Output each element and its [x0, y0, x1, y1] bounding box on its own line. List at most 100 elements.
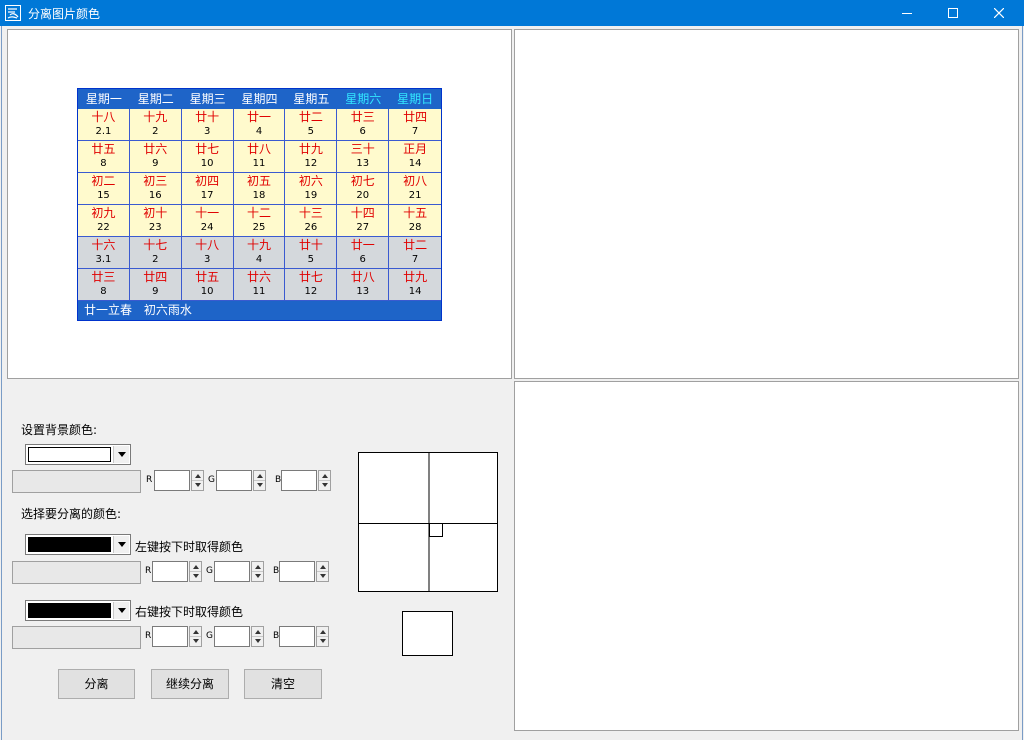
calendar-day-cell: 初九 22 [78, 205, 130, 237]
lunar-date: 初二 [91, 174, 116, 188]
lunar-date: 十三 [298, 206, 323, 220]
calendar-day-cell: 廿九 12 [285, 141, 338, 173]
solar-date: 9 [152, 158, 159, 169]
right-color-combo[interactable] [25, 600, 131, 621]
bg-g-spinner[interactable] [253, 470, 266, 491]
left-color-swatch [28, 537, 111, 552]
solar-date: 4 [255, 126, 263, 137]
calendar-day-cell: 十一 24 [181, 205, 234, 237]
calendar-day-cell: 三十 13 [337, 141, 390, 173]
spin-up-icon [192, 471, 203, 480]
calendar-day-cell: 廿一 4 [233, 109, 286, 141]
chevron-down-icon[interactable] [113, 602, 129, 619]
calendar-day-cell: 十七 2 [129, 237, 182, 269]
continue-separate-button[interactable]: 继续分离 [151, 669, 229, 699]
minimize-button[interactable] [884, 0, 930, 26]
lunar-date: 初七 [350, 174, 375, 188]
solar-date: 8 [100, 158, 107, 169]
right-b-input[interactable] [279, 626, 315, 647]
left-b-spinner[interactable] [316, 561, 329, 582]
calendar-image: 星期一 星期二 星期三 星期四 星期五 星期六 星期日 十八 2.1 十九 2 廿十 3 廿一 4 廿二 5 廿… [77, 88, 442, 321]
solar-date: 5 [307, 254, 315, 265]
solar-date: 11 [252, 286, 266, 297]
left-color-combo[interactable] [25, 534, 131, 555]
calendar-day-cell: 十九 2 [129, 109, 182, 141]
bg-color-swatch [28, 447, 111, 462]
chevron-down-icon[interactable] [113, 536, 129, 553]
right-b-spinner[interactable] [316, 626, 329, 647]
spin-up-icon [317, 562, 328, 571]
solar-date: 22 [97, 222, 110, 233]
lunar-date: 廿三 [91, 270, 116, 284]
calendar-day-cell: 初三 16 [129, 173, 182, 205]
calendar-day-cell: 初五 18 [233, 173, 286, 205]
left-r-spinner[interactable] [189, 561, 202, 582]
calendar-header: 星期一 星期二 星期三 星期四 星期五 星期六 星期日 [78, 89, 441, 109]
solar-date: 12 [304, 158, 318, 169]
calendar-day-cell: 廿八 11 [233, 141, 286, 173]
calendar-day-cell: 廿十 3 [181, 109, 234, 141]
calendar-day-cell: 廿五 8 [78, 141, 130, 173]
bg-color-combo[interactable] [25, 444, 131, 465]
bg-r-input[interactable] [154, 470, 190, 491]
calendar-day-cell: 廿九 14 [389, 269, 442, 301]
bg-b-input[interactable] [281, 470, 317, 491]
right-g-input[interactable] [214, 626, 250, 647]
bg-r-spinner[interactable] [191, 470, 204, 491]
maximize-button[interactable] [930, 0, 976, 26]
spin-up-icon [190, 627, 201, 636]
calendar-day-cell: 十八 2.1 [78, 109, 130, 141]
right-r-spinner[interactable] [189, 626, 202, 647]
bg-r-label: R [146, 475, 153, 485]
calendar-day-cell: 廿十 5 [285, 237, 338, 269]
close-button[interactable] [976, 0, 1022, 26]
left-g-spinner[interactable] [251, 561, 264, 582]
color-preview-box [402, 611, 453, 656]
lunar-date: 初八 [403, 174, 428, 188]
lunar-date: 初四 [195, 174, 220, 188]
calendar-day-cell: 初四 17 [181, 173, 234, 205]
calendar-day-cell: 初七 20 [337, 173, 390, 205]
lunar-date: 初五 [247, 174, 272, 188]
solar-date: 7 [411, 126, 419, 137]
solar-date: 13 [356, 158, 370, 169]
maximize-icon [948, 8, 958, 18]
calendar-day-cell: 初二 15 [78, 173, 130, 205]
lunar-date: 廿七 [195, 142, 220, 156]
lunar-date: 十二 [247, 206, 272, 220]
left-g-input[interactable] [214, 561, 250, 582]
left-b-input[interactable] [279, 561, 315, 582]
spin-down-icon [252, 636, 263, 645]
calendar-week-row: 廿三 8 廿四 9 廿五 10 廿六 11 廿七 12 廿八 13 廿九 14 [78, 269, 442, 301]
spin-up-icon [190, 562, 201, 571]
calendar-day-cell: 十八 3 [181, 237, 234, 269]
right-r-input[interactable] [152, 626, 188, 647]
weekday-header: 星期六 [345, 92, 382, 106]
spin-up-icon [252, 562, 263, 571]
result-panel-bottom[interactable] [514, 381, 1019, 731]
result-panel-top[interactable] [514, 29, 1019, 379]
lunar-date: 廿七 [298, 270, 323, 284]
solar-date: 3.1 [95, 254, 112, 265]
bg-g-input[interactable] [216, 470, 252, 491]
lunar-date: 廿九 [298, 142, 323, 156]
calendar-day-cell: 廿三 6 [337, 109, 390, 141]
lunar-date: 廿八 [247, 142, 272, 156]
weekday-header: 星期五 [293, 92, 330, 106]
right-g-spinner[interactable] [251, 626, 264, 647]
lunar-date: 十九 [143, 110, 168, 124]
calendar-day-cell: 廿八 13 [337, 269, 390, 301]
weekday-header: 星期一 [85, 92, 122, 106]
lunar-date: 廿六 [247, 270, 272, 284]
bg-b-spinner[interactable] [318, 470, 331, 491]
lunar-date: 初九 [91, 206, 116, 220]
lunar-date: 廿四 [403, 110, 428, 124]
lunar-date: 廿四 [143, 270, 168, 284]
chevron-down-icon[interactable] [113, 446, 129, 463]
clear-button[interactable]: 清空 [244, 669, 322, 699]
left-r-input[interactable] [152, 561, 188, 582]
calendar-day-cell: 廿二 7 [389, 237, 442, 269]
calendar-day-cell: 廿二 5 [285, 109, 338, 141]
separate-button[interactable]: 分离 [58, 669, 135, 699]
solar-date: 5 [307, 126, 315, 137]
